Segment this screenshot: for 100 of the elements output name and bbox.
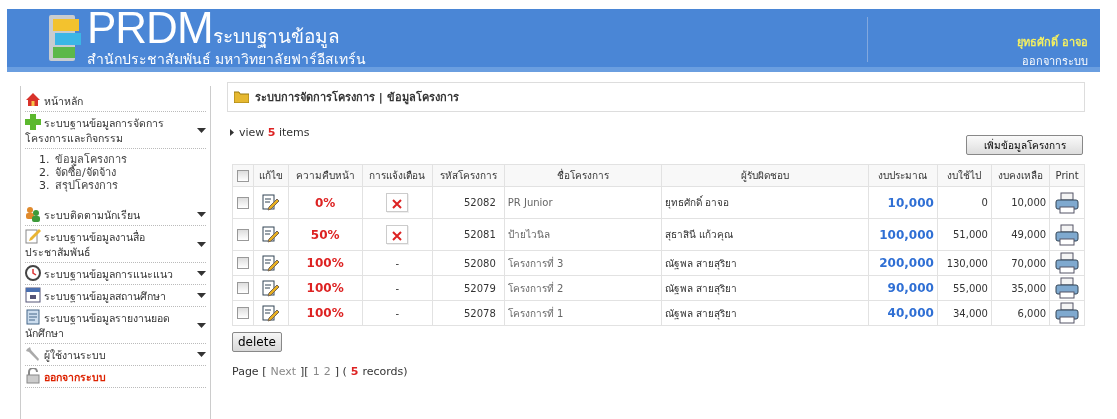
submenu-link[interactable]: ข้อมูลโครงการ	[55, 153, 127, 166]
printer-icon[interactable]	[1055, 277, 1080, 299]
table-cell: 55,000	[937, 275, 992, 301]
sidebar-item[interactable]: ระบบฐานข้อมูลสถานศึกษา	[25, 287, 197, 304]
table-cell: 70,000	[991, 250, 1050, 276]
user-name: ยุทธศักดิ์ อาจอ	[1017, 33, 1088, 51]
wrench-icon	[25, 346, 41, 362]
sidebar-item[interactable]: ระบบติดตามนักเรียน	[25, 206, 197, 223]
budget-amount: 90,000	[868, 275, 938, 301]
breadcrumb-text: ระบบการจัดการโครงการ | ข้อมูลโครงการ	[255, 89, 459, 106]
table-cell: 10,000	[991, 186, 1050, 219]
sidebar-item[interactable]: ระบบฐานข้อมูลงานสื่อประชาสัมพันธ์	[25, 228, 197, 260]
budget-amount: 40,000	[868, 300, 938, 326]
sidebar-item[interactable]: ระบบฐานข้อมูลการแนะแนว	[25, 265, 197, 282]
folder-icon	[234, 91, 249, 103]
table-cell: โครงการที่ 2	[504, 275, 662, 301]
table-cell: 52078	[432, 300, 505, 326]
printer-icon[interactable]	[1055, 223, 1080, 246]
table-cell: ณัฐพล สายสุริยา	[661, 250, 869, 276]
logout-link[interactable]: ออกจากระบบ	[1022, 52, 1088, 70]
pager-text: ][	[300, 365, 309, 378]
table-cell: โครงการที่ 1	[504, 300, 662, 326]
edit-icon	[262, 279, 280, 297]
table-cell: 34,000	[937, 300, 992, 326]
edit-icon	[262, 226, 280, 243]
edit-icon	[262, 194, 280, 211]
list-number: 1.	[39, 153, 51, 166]
pager-text: records)	[362, 365, 408, 378]
progress-percent: 0%	[288, 186, 363, 219]
printer-icon[interactable]	[1055, 252, 1080, 274]
column-header: งบใช้ไป	[937, 164, 992, 187]
page-link[interactable]: 2	[323, 365, 331, 378]
edit-icon	[262, 304, 280, 322]
table-cell: 35,000	[991, 275, 1050, 301]
broken-image-icon	[392, 199, 403, 209]
list-number: 2.	[39, 166, 51, 179]
table-cell: 130,000	[937, 250, 992, 276]
table-cell: สุธาสินี แก้วคุณ	[661, 218, 869, 251]
item-count-text: view 5 items	[239, 126, 310, 139]
page-link[interactable]: 1	[312, 365, 320, 378]
list-number: 3.	[39, 179, 51, 192]
progress-percent: 100%	[288, 300, 363, 326]
table-cell: 52082	[432, 186, 505, 219]
budget-amount: 100,000	[868, 218, 938, 251]
notepad-icon	[25, 228, 41, 244]
pager-text: ] (	[334, 365, 347, 378]
notice-text: -	[395, 307, 400, 319]
notice-text: -	[395, 257, 400, 269]
column-header: การแจ้งเตือน	[362, 164, 433, 187]
row-checkbox[interactable]	[237, 228, 249, 241]
progress-percent: 50%	[288, 218, 363, 251]
column-header: งบคงเหลือ	[991, 164, 1050, 187]
triangle-icon	[230, 129, 234, 136]
column-header: งบประมาณ	[868, 164, 938, 187]
sidebar-item[interactable]: หน้าหลัก	[25, 92, 206, 109]
padlock-icon	[25, 368, 41, 384]
add-project-button[interactable]: เพิ่มข้อมูลโครงการ	[966, 135, 1083, 155]
document-icon	[25, 309, 41, 325]
edit-icon	[262, 254, 280, 272]
row-checkbox[interactable]	[237, 196, 249, 209]
table-cell: 6,000	[991, 300, 1050, 326]
submenu-link[interactable]: สรุปโครงการ	[55, 179, 118, 192]
sidebar-item[interactable]: ระบบฐานข้อมูลรายงานยอดนักศึกษา	[25, 309, 197, 341]
budget-amount: 10,000	[868, 186, 938, 219]
column-header: ความคืบหน้า	[288, 164, 363, 187]
row-checkbox[interactable]	[237, 257, 249, 269]
printer-icon[interactable]	[1055, 191, 1080, 214]
people-icon	[25, 206, 41, 222]
select-all-checkbox[interactable]	[237, 169, 249, 182]
delete-button[interactable]: delete	[232, 332, 282, 352]
sidebar-item[interactable]: ผู้ใช้งานระบบ	[25, 346, 197, 363]
column-header: แก้ไข	[253, 164, 289, 187]
table-cell: 51,000	[937, 218, 992, 251]
sidebar-item[interactable]: ระบบฐานข้อมูลการจัดการโครงการและกิจกรรม	[25, 114, 197, 146]
pager-text: Page [	[232, 365, 267, 378]
next-link[interactable]: Next	[270, 365, 297, 378]
logo-text: PRDM	[87, 6, 213, 50]
progress-percent: 100%	[288, 275, 363, 301]
table-cell: ยุทธศักดิ์ อาจอ	[661, 186, 869, 219]
sidebar-item[interactable]: ออกจากระบบ	[25, 368, 206, 385]
column-header: ชื่อโครงการ	[504, 164, 662, 187]
house-icon	[25, 92, 41, 108]
table-cell: 52080	[432, 250, 505, 276]
column-header: Print	[1049, 164, 1085, 187]
row-checkbox[interactable]	[237, 282, 249, 294]
broken-image-icon	[392, 231, 403, 241]
printer-icon[interactable]	[1055, 302, 1080, 324]
plus-icon	[25, 114, 41, 130]
table-cell: ณัฐพล สายสุริยา	[661, 300, 869, 326]
table-cell: โครงการที่ 3	[504, 250, 662, 276]
submenu-link[interactable]: จัดซื้อ/จัดจ้าง	[55, 166, 116, 179]
column-header: รหัสโครงการ	[432, 164, 505, 187]
table-cell: 49,000	[991, 218, 1050, 251]
budget-amount: 200,000	[868, 250, 938, 276]
table-cell: 0	[937, 186, 992, 219]
organization-name: สำนักประชาสัมพันธ์ มหาวิทยาลัยฟาร์อีสเทร์น	[87, 50, 366, 69]
system-name: ระบบฐานข้อมูล	[212, 27, 340, 46]
row-checkbox[interactable]	[237, 307, 249, 319]
table-cell: 52081	[432, 218, 505, 251]
record-count: 5	[350, 365, 359, 378]
